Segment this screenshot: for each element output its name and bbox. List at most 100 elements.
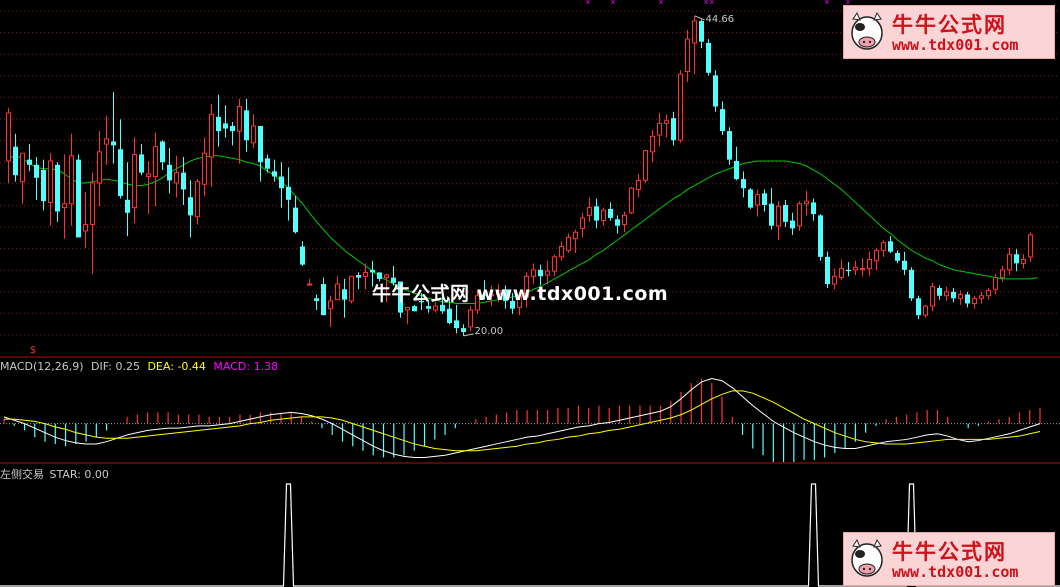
candle-body-up [755, 194, 760, 206]
candle [825, 251, 830, 288]
candle [720, 101, 725, 136]
candle-body-down [706, 42, 711, 73]
logo-title: 牛牛公式网 [892, 540, 1007, 564]
top-signal-mark: x [659, 0, 663, 6]
candle [209, 103, 214, 187]
candle-body-up [6, 112, 11, 162]
candle [951, 287, 956, 303]
candle-body-up [328, 300, 333, 310]
candle-body-up [622, 214, 627, 225]
candle-body-up [923, 305, 928, 316]
macd-histogram [3, 378, 1041, 462]
candle-body-up [972, 297, 977, 305]
candle [293, 195, 298, 234]
logo-url: www.tdx001.com [892, 36, 1019, 54]
candle [881, 240, 886, 257]
candle-body-down [1014, 254, 1019, 264]
candle-body-up [202, 152, 207, 185]
candle-body-up [307, 283, 312, 286]
top-signal-mark: x [825, 0, 829, 6]
logo-watermark-bottom: 牛牛公式网 www.tdx001.com [843, 532, 1055, 586]
candle-body-up [853, 266, 858, 271]
dif-name: DIF [91, 360, 109, 373]
candle-body-down [538, 269, 543, 277]
candle-body-down [314, 298, 319, 301]
candle-body-up [958, 293, 963, 299]
candle [1028, 232, 1033, 263]
candle-body-down [713, 75, 718, 107]
candle-body-up [174, 172, 179, 184]
candle [349, 275, 354, 304]
candle-body-up [979, 295, 984, 299]
candle-body-up [433, 305, 438, 311]
candle-body-down [272, 171, 277, 177]
candle [195, 179, 200, 225]
candle [321, 277, 326, 316]
candle [6, 107, 11, 183]
top-signal-mark: x [710, 0, 714, 6]
candle [706, 39, 711, 76]
candle [909, 267, 914, 301]
candle-body-down [244, 110, 249, 141]
candle [307, 278, 312, 286]
candle-body-down [748, 189, 753, 208]
candle-body-down [356, 275, 361, 278]
candle-body-up [384, 274, 389, 279]
logo-title: 牛牛公式网 [892, 13, 1007, 37]
candle-body-up [587, 207, 592, 216]
candle-body-up [832, 275, 837, 285]
candle-body-up [776, 205, 781, 227]
candle-body-down [293, 207, 298, 233]
candle [342, 278, 347, 318]
candle-body-up [1021, 258, 1026, 264]
candle [153, 132, 158, 207]
candle [174, 155, 179, 198]
cow-logo-icon [851, 11, 883, 50]
candle [461, 324, 466, 336]
cow-logo-icon [851, 538, 883, 577]
candle [454, 304, 459, 334]
candle-body-down [377, 272, 382, 279]
candle-body-down [461, 328, 466, 333]
candle-body-up [636, 179, 641, 190]
candle-body-up [237, 106, 242, 132]
candle-body-up [867, 258, 872, 270]
candle [244, 98, 249, 152]
candle [335, 276, 340, 301]
candle-body-up [48, 160, 53, 203]
candle [258, 125, 263, 182]
candle-body-down [916, 298, 921, 316]
candle [286, 167, 291, 221]
candle-body-up [566, 236, 571, 251]
candle-body-down [825, 256, 830, 285]
candle-body-down [608, 208, 613, 218]
candle-body-down [55, 164, 60, 212]
candle [797, 201, 802, 231]
candle-body-up [839, 268, 844, 279]
candle-body-up [405, 306, 410, 311]
star-name: STAR [49, 468, 78, 481]
candle-body-down [300, 246, 305, 265]
candle [755, 189, 760, 217]
candle-body-down [965, 294, 970, 304]
candle-body-down [125, 199, 130, 213]
candle [895, 250, 900, 264]
candle [650, 129, 655, 163]
candle [468, 306, 473, 331]
candle-body-up [860, 268, 865, 271]
candle [111, 92, 116, 164]
candle-body-up [944, 291, 949, 297]
candle [839, 259, 844, 281]
candle [580, 212, 585, 238]
candle-body-up [146, 173, 151, 178]
candle-body-up [993, 277, 998, 290]
candle-body-down [699, 20, 704, 42]
candle-body-down [342, 289, 347, 300]
candle-body-down [160, 141, 165, 163]
candle-body-up [69, 155, 74, 205]
candle-body-down [846, 269, 851, 272]
candle-body-up [531, 269, 536, 277]
candle [860, 258, 865, 277]
candle [1021, 254, 1026, 269]
candle-body-up [153, 146, 158, 177]
